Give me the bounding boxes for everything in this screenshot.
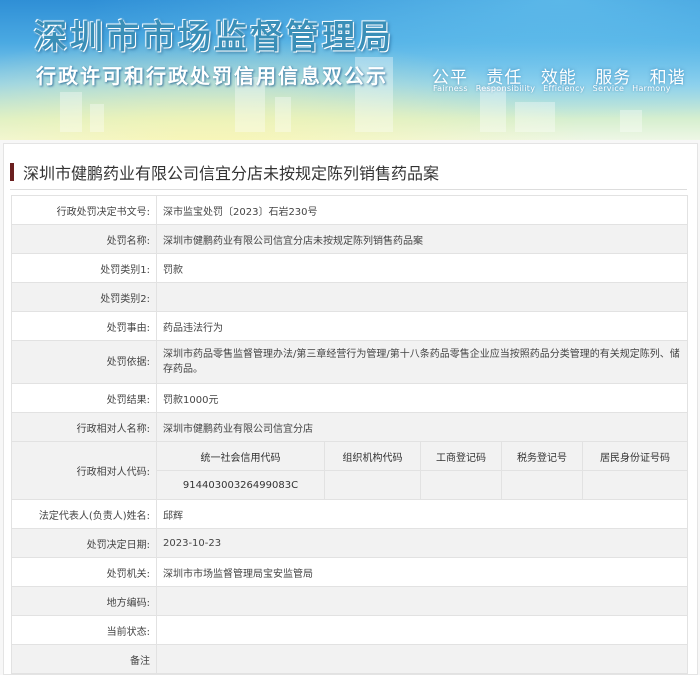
title-divider <box>10 189 687 190</box>
field-value: 邱辉 <box>156 499 688 529</box>
field-label: 当前状态: <box>11 615 157 645</box>
table-row: 当前状态: <box>11 615 688 645</box>
slogan-word-en: Service <box>592 84 625 93</box>
field-label: 处罚事由: <box>11 311 157 341</box>
site-subtitle: 行政许可和行政处罚信用信息双公示 <box>36 64 388 88</box>
table-row: 处罚事由: 药品违法行为 <box>11 311 688 341</box>
slogan-word-en: Fairness <box>433 84 468 93</box>
table-row: 处罚结果: 罚款1000元 <box>11 383 688 413</box>
field-value <box>156 282 688 312</box>
field-value: 深圳市药品零售监督管理办法/第三章经营行为管理/第十八条药品零售企业应当按照药品… <box>156 340 688 384</box>
slogan-word-en: Responsibility <box>475 84 536 93</box>
code-value <box>582 470 688 500</box>
field-value: 2023-10-23 <box>156 528 688 558</box>
table-row: 行政相对人代码: 统一社会信用代码 组织机构代码 工商登记码 税务登记号 居民身… <box>11 441 688 500</box>
field-label: 备注 <box>11 644 157 674</box>
table-row: 处罚类别2: <box>11 282 688 312</box>
table-row: 处罚类别1: 罚款 <box>11 253 688 283</box>
slogan-en: Fairness Responsibility Efficiency Servi… <box>433 84 676 93</box>
code-value <box>501 470 583 500</box>
case-title: 深圳市健鹏药业有限公司信宜分店未按规定陈列销售药品案 <box>10 162 440 183</box>
building-silhouette <box>515 102 555 132</box>
case-info-table: 行政处罚决定书文号: 深市监宝处罚〔2023〕石岩230号 处罚名称: 深圳市健… <box>11 195 688 674</box>
table-row: 处罚决定日期: 2023-10-23 <box>11 528 688 558</box>
building-silhouette <box>620 110 642 132</box>
agency-title: 深圳市市场监督管理局 <box>34 17 394 56</box>
slogan-word-en: Harmony <box>632 84 671 93</box>
case-title-text: 深圳市健鹏药业有限公司信宜分店未按规定陈列销售药品案 <box>23 164 440 183</box>
field-value: 深圳市健鹏药业有限公司信宜分店未按规定陈列销售药品案 <box>156 224 688 254</box>
building-silhouette <box>480 87 506 132</box>
field-value: 罚款 <box>156 253 688 283</box>
field-value <box>156 615 688 645</box>
code-header: 税务登记号 <box>501 441 583 471</box>
field-value: 深圳市市场监督管理局宝安监管局 <box>156 557 688 587</box>
table-row: 行政处罚决定书文号: 深市监宝处罚〔2023〕石岩230号 <box>11 195 688 225</box>
table-row: 地方编码: <box>11 586 688 616</box>
code-header: 居民身份证号码 <box>582 441 688 471</box>
field-label: 行政处罚决定书文号: <box>11 195 157 225</box>
code-value <box>324 470 421 500</box>
title-accent-bar <box>10 163 14 181</box>
table-row: 备注 <box>11 644 688 674</box>
building-silhouette <box>60 92 82 132</box>
slogan-word-en: Efficiency <box>543 84 585 93</box>
field-label: 处罚类别1: <box>11 253 157 283</box>
code-header: 组织机构代码 <box>324 441 421 471</box>
code-value: 91440300326499083C <box>156 470 325 500</box>
table-row: 处罚依据: 深圳市药品零售监督管理办法/第三章经营行为管理/第十八条药品零售企业… <box>11 340 688 384</box>
table-row: 处罚机关: 深圳市市场监督管理局宝安监管局 <box>11 557 688 587</box>
case-detail-panel: 深圳市健鹏药业有限公司信宜分店未按规定陈列销售药品案 行政处罚决定书文号: 深市… <box>3 143 698 675</box>
field-label: 处罚依据: <box>11 340 157 384</box>
field-label: 处罚结果: <box>11 383 157 413</box>
field-label: 行政相对人名称: <box>11 412 157 442</box>
field-value: 深圳市健鹏药业有限公司信宜分店 <box>156 412 688 442</box>
building-silhouette <box>90 104 104 132</box>
field-label: 地方编码: <box>11 586 157 616</box>
field-label: 处罚决定日期: <box>11 528 157 558</box>
field-value: 药品违法行为 <box>156 311 688 341</box>
field-label: 法定代表人(负责人)姓名: <box>11 499 157 529</box>
field-label: 行政相对人代码: <box>11 441 157 500</box>
table-row: 行政相对人名称: 深圳市健鹏药业有限公司信宜分店 <box>11 412 688 442</box>
field-value: 深市监宝处罚〔2023〕石岩230号 <box>156 195 688 225</box>
header-banner: 深圳市市场监督管理局 行政许可和行政处罚信用信息双公示 公平 责任 效能 服务 … <box>0 0 700 140</box>
field-value <box>156 644 688 674</box>
field-label: 处罚名称: <box>11 224 157 254</box>
field-value: 罚款1000元 <box>156 383 688 413</box>
field-value <box>156 586 688 616</box>
code-header: 工商登记码 <box>420 441 502 471</box>
field-label: 处罚类别2: <box>11 282 157 312</box>
building-silhouette <box>275 97 291 132</box>
table-row: 处罚名称: 深圳市健鹏药业有限公司信宜分店未按规定陈列销售药品案 <box>11 224 688 254</box>
field-label: 处罚机关: <box>11 557 157 587</box>
code-header: 统一社会信用代码 <box>156 441 325 471</box>
code-value <box>420 470 502 500</box>
table-row: 法定代表人(负责人)姓名: 邱辉 <box>11 499 688 529</box>
